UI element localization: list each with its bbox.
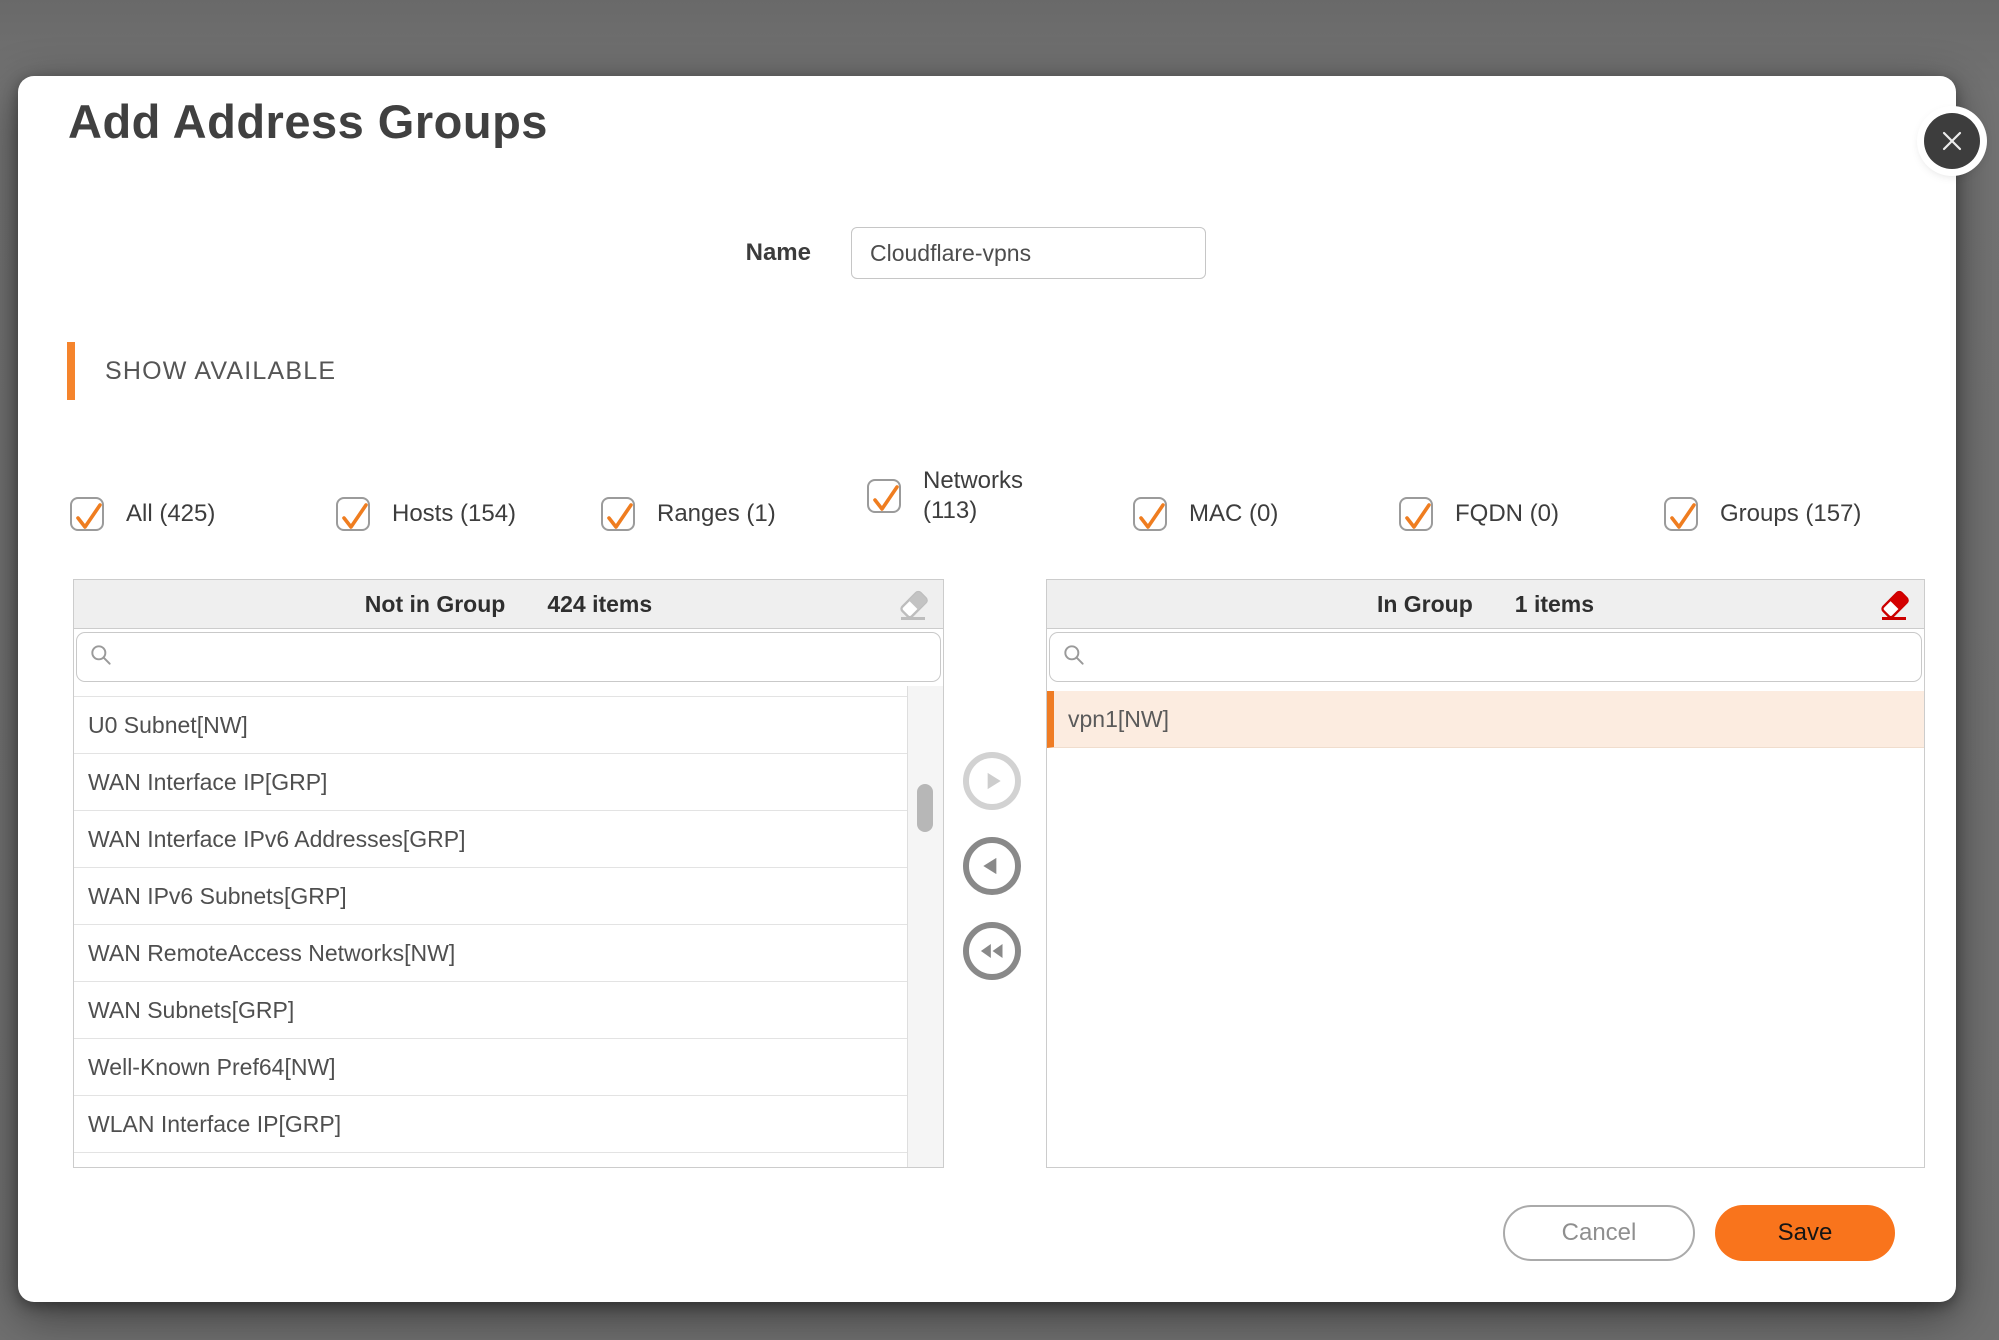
in-group-panel: In Group 1 items [1046,579,1925,1168]
filter-label: Hosts (154) [392,499,516,529]
screen-overlay: Add Address Groups Name SHOW AVAILABLE [0,0,1999,1340]
filter-item: FQDN (0) [1399,480,1559,548]
checkbox-checked[interactable] [1133,497,1167,531]
list-item[interactable]: Well-Known Pref64[NW] [74,1039,907,1096]
cancel-button[interactable]: Cancel [1503,1205,1695,1261]
not-in-group-list: U0 Subnet[NW] WAN Interface IP[GRP] WAN … [74,686,907,1167]
filter-item: Ranges (1) [601,480,776,548]
arrow-left-icon [979,853,1005,879]
list-item-label: vpn1[NW] [1068,706,1169,733]
filter-label: Ranges (1) [657,499,776,529]
filter-label: All (425) [126,499,215,529]
list-item[interactable]: WAN Interface IP[GRP] [74,754,907,811]
filter-item: Groups (157) [1664,480,1861,548]
list-item-label: WLAN Interface IP[GRP] [88,1111,341,1138]
filter-label: Groups (157) [1720,499,1861,529]
scrollbar-track[interactable] [907,686,943,1167]
move-left-button[interactable] [963,837,1021,895]
section-accent-bar [67,342,75,400]
panel-title: In Group [1377,591,1473,618]
list-item[interactable]: WAN RemoteAccess Networks[NW] [74,925,907,982]
list-item[interactable]: WAN Interface IPv6 Addresses[GRP] [74,811,907,868]
save-button[interactable]: Save [1715,1205,1895,1261]
list-item-label: WAN RemoteAccess Networks[NW] [88,940,455,967]
list-item[interactable]: WAN IPv6 Subnets[GRP] [74,868,907,925]
list-item-label: WAN Interface IP[GRP] [88,769,327,796]
filter-label: FQDN (0) [1455,499,1559,529]
close-icon [1939,128,1965,154]
not-in-group-panel: Not in Group 424 items [73,579,944,1168]
clear-selection-button[interactable] [895,587,931,623]
checkbox-checked[interactable] [1664,497,1698,531]
list-item[interactable]: vpn1[NW] [1047,691,1924,748]
panel-item-count: 1 items [1515,591,1594,618]
panel-title: Not in Group [365,591,506,618]
search-input[interactable] [1049,632,1922,682]
panel-item-count: 424 items [547,591,652,618]
eraser-icon-red [1876,587,1912,623]
list-item-label: WAN IPv6 Subnets[GRP] [88,883,347,910]
clear-group-button[interactable] [1876,587,1912,623]
checkbox-checked[interactable] [336,497,370,531]
list-item[interactable]: WAN Subnets[GRP] [74,982,907,1039]
move-all-left-button[interactable] [963,922,1021,980]
move-right-button[interactable] [963,752,1021,810]
checkbox-checked[interactable] [601,497,635,531]
partial-row [74,686,907,697]
scrollbar-thumb[interactable] [917,784,933,832]
filter-item: Hosts (154) [336,480,516,548]
filter-item: All (425) [70,480,215,548]
filter-item: Networks (113) [867,462,1041,530]
close-button[interactable] [1924,113,1980,169]
name-label: Name [658,227,811,279]
search-input[interactable] [76,632,941,682]
list-item-label: WAN Subnets[GRP] [88,997,294,1024]
list-item-label: U0 Subnet[NW] [88,712,248,739]
name-input[interactable] [851,227,1206,279]
arrow-right-icon [979,768,1005,794]
double-arrow-left-icon [978,937,1006,965]
checkbox-checked[interactable] [867,479,901,513]
filter-label: MAC (0) [1189,499,1278,529]
in-group-header: In Group 1 items [1047,580,1924,629]
filter-item: MAC (0) [1133,480,1278,548]
list-item[interactable]: WLAN Interface IP[GRP] [74,1096,907,1153]
in-group-list: vpn1[NW] [1047,686,1924,1167]
filter-label: Networks (113) [923,466,1041,526]
eraser-icon [895,587,931,623]
list-item[interactable]: U0 Subnet[NW] [74,697,907,754]
not-in-group-search [74,629,943,687]
section-title: SHOW AVAILABLE [105,342,336,400]
in-group-search [1047,629,1924,687]
page-title: Add Address Groups [68,84,548,160]
checkbox-checked[interactable] [70,497,104,531]
not-in-group-header: Not in Group 424 items [74,580,943,629]
list-item-label: WAN Interface IPv6 Addresses[GRP] [88,826,466,853]
add-address-groups-dialog: Add Address Groups Name SHOW AVAILABLE [18,76,1956,1302]
checkbox-checked[interactable] [1399,497,1433,531]
list-item-label: Well-Known Pref64[NW] [88,1054,336,1081]
